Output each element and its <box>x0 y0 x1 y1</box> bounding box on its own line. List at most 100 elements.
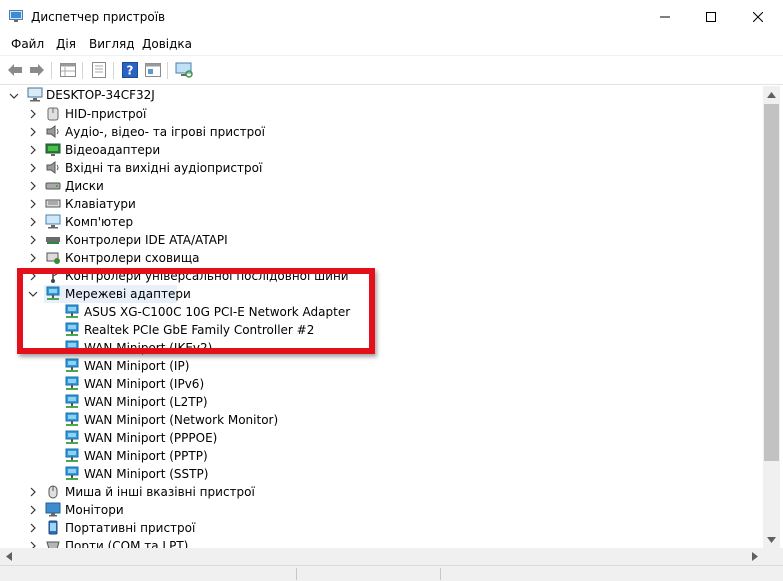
tree-category-label[interactable]: Комп'ютер <box>65 214 133 230</box>
network-adapter-item[interactable]: WAN Miniport (L2TP) <box>84 394 208 410</box>
properties-button[interactable] <box>58 60 78 80</box>
tree-category-label[interactable]: Миша й інші вказівні пристрої <box>65 484 255 500</box>
menu-file[interactable]: Файл <box>11 37 44 51</box>
chevron-right-icon[interactable] <box>28 199 38 209</box>
chevron-right-icon[interactable] <box>28 127 38 137</box>
tree-category-label[interactable]: Аудіо-, відео- та ігрові пристрої <box>65 124 265 140</box>
chevron-right-icon[interactable] <box>28 181 38 191</box>
scroll-left-button[interactable] <box>0 548 17 565</box>
disk-drive-icon <box>45 182 61 190</box>
network-adapter-icon <box>65 466 79 480</box>
tree-category-label[interactable]: Монітори <box>65 502 124 518</box>
network-adapter-icon <box>65 448 79 462</box>
computer-icon <box>45 214 61 229</box>
network-adapter-item[interactable]: WAN Miniport (Network Monitor) <box>84 412 278 428</box>
chevron-right-icon[interactable] <box>28 541 38 548</box>
minimize-button[interactable] <box>642 0 688 33</box>
forward-button[interactable] <box>27 60 47 80</box>
tree-category-label[interactable]: HID-пристрої <box>65 106 146 122</box>
update-driver-button[interactable] <box>89 60 109 80</box>
chevron-right-icon[interactable] <box>28 145 38 155</box>
menu-help[interactable]: Довідка <box>142 37 192 51</box>
tree-category-label[interactable]: Мережеві адаптери <box>65 286 191 302</box>
monitor-icon <box>45 502 61 517</box>
tree-root-label[interactable]: DESKTOP-34CF32J <box>46 87 155 103</box>
speaker-icon <box>46 125 59 138</box>
help-button[interactable]: ? <box>120 60 140 80</box>
chevron-up-icon <box>767 91 776 98</box>
tree-category-label[interactable]: Контролери сховища <box>65 250 200 266</box>
network-adapter-item[interactable]: Realtek PCIe GbE Family Controller #2 <box>84 322 314 338</box>
scroll-corner <box>763 548 783 565</box>
mouse-icon <box>48 485 58 499</box>
tree-category-label[interactable]: Контролери універсальної послідовної шин… <box>65 268 349 284</box>
toolbar-separator <box>167 62 168 79</box>
vertical-scroll-thumb[interactable] <box>764 104 779 461</box>
tree-category-label[interactable]: Клавіатури <box>65 196 136 212</box>
menu-action[interactable]: Дія <box>56 37 76 51</box>
window-title: Диспетчер пристроїв <box>31 10 166 24</box>
chevron-right-icon[interactable] <box>28 253 38 263</box>
chevron-down-icon[interactable] <box>28 289 38 299</box>
chevron-right-icon[interactable] <box>28 271 38 281</box>
network-adapter-icon <box>65 430 79 444</box>
properties-grid-icon <box>60 63 76 77</box>
chevron-right-icon[interactable] <box>28 487 38 497</box>
network-adapter-icon <box>65 322 79 336</box>
back-icon <box>8 64 22 76</box>
chevron-right-icon[interactable] <box>28 217 38 227</box>
tree-category-label[interactable]: Портативні пристрої <box>65 520 195 536</box>
close-icon <box>753 11 763 22</box>
network-adapter-icon <box>65 358 79 372</box>
tree-category-label[interactable]: Диски <box>65 178 104 194</box>
network-adapter-item[interactable]: WAN Miniport (IPv6) <box>84 376 204 392</box>
update-driver-icon <box>92 62 106 78</box>
toolbar-separator <box>113 62 114 79</box>
scroll-up-button[interactable] <box>763 86 780 103</box>
network-adapter-icon <box>65 340 79 354</box>
network-adapter-item[interactable]: WAN Miniport (PPTP) <box>84 448 208 464</box>
chevron-right-icon[interactable] <box>28 109 38 119</box>
scroll-right-button[interactable] <box>746 548 763 565</box>
tree-category-label[interactable]: Контролери IDE ATA/ATAPI <box>65 232 228 248</box>
portable-device-icon <box>48 520 58 535</box>
computer-icon <box>27 87 43 102</box>
chevron-right-icon[interactable] <box>28 523 38 533</box>
network-adapter-item[interactable]: WAN Miniport (IKEv2) <box>84 340 212 356</box>
device-tree[interactable]: DESKTOP-34CF32J HID-пристрої Аудіо-, віде… <box>0 86 763 548</box>
view-button[interactable] <box>143 60 163 80</box>
chevron-right-icon[interactable] <box>28 235 38 245</box>
tree-category-label[interactable]: Відеоадаптери <box>65 142 160 158</box>
maximize-icon <box>706 11 716 22</box>
tree-category-label[interactable]: Порти (COM та LPT) <box>65 538 188 548</box>
chevron-right-icon[interactable] <box>28 163 38 173</box>
network-adapter-icon <box>65 394 79 408</box>
maximize-button[interactable] <box>688 0 734 33</box>
network-adapter-icon <box>65 304 79 318</box>
hid-icon <box>47 107 59 121</box>
close-button[interactable] <box>735 0 781 33</box>
toolbar-separator <box>51 62 52 79</box>
scroll-down-button[interactable] <box>763 531 780 548</box>
tree-category-label[interactable]: Вхідні та вихідні аудіопристрої <box>65 160 262 176</box>
chevron-down-icon[interactable] <box>9 91 19 101</box>
chevron-right-icon <box>751 552 758 561</box>
menu-view[interactable]: Вигляд <box>89 37 135 51</box>
network-adapter-item[interactable]: WAN Miniport (PPPOE) <box>84 430 217 446</box>
chevron-down-icon <box>767 536 776 543</box>
horizontal-scrollbar[interactable] <box>0 548 763 565</box>
network-adapter-item[interactable]: WAN Miniport (SSTP) <box>84 466 208 482</box>
view-icon <box>145 63 161 77</box>
network-adapter-item[interactable]: ASUS XG-C100C 10G PCI-E Network Adapter <box>84 304 350 320</box>
scan-hardware-button[interactable] <box>174 60 194 80</box>
usb-icon <box>48 269 58 283</box>
network-adapter-icon <box>46 286 60 300</box>
network-adapter-item[interactable]: WAN Miniport (IP) <box>84 358 189 374</box>
back-button[interactable] <box>5 60 25 80</box>
toolbar: ? <box>0 55 783 84</box>
chevron-right-icon[interactable] <box>28 505 38 515</box>
status-bar <box>0 565 783 581</box>
minimize-icon <box>660 16 670 17</box>
svg-text:?: ? <box>127 64 134 78</box>
monitor-scan-icon <box>175 62 193 78</box>
